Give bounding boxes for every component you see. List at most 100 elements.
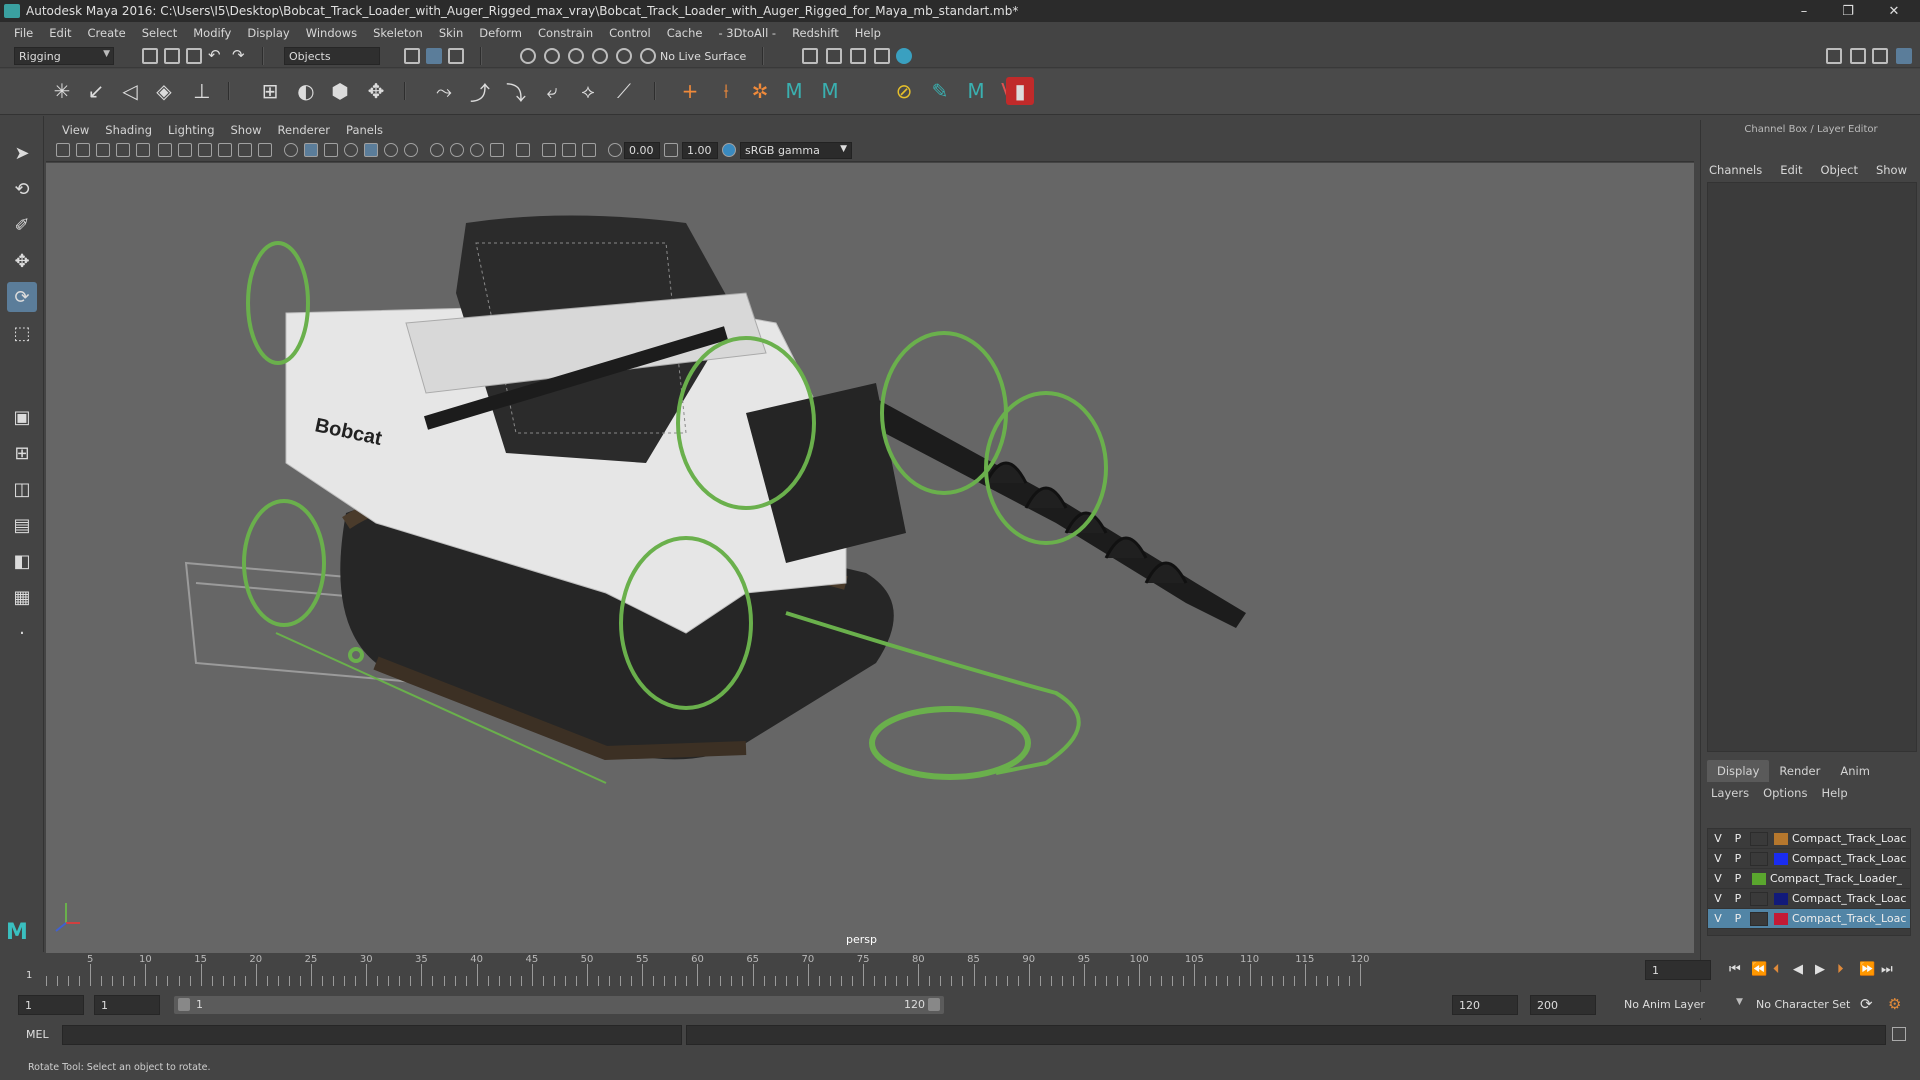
screen-space-ao-icon[interactable] (430, 143, 444, 157)
script-editor-icon[interactable] (1892, 1027, 1906, 1041)
geometry-constraint-icon[interactable]: ✎ (926, 77, 954, 105)
menu-select[interactable]: Select (134, 26, 185, 40)
color-space-dropdown[interactable]: sRGB gamma ▼ (740, 142, 852, 159)
channel-menu-object[interactable]: Object (1821, 163, 1858, 177)
aim-constraint-icon[interactable]: ⟊ (712, 77, 740, 105)
panel-menu-renderer[interactable]: Renderer (270, 123, 339, 137)
paint-weights-icon[interactable]: ⤵ (502, 77, 530, 105)
gamma-icon[interactable] (664, 143, 678, 157)
panel-menu-lighting[interactable]: Lighting (160, 123, 222, 137)
snap-live-icon[interactable] (616, 48, 632, 64)
orient-constraint-icon[interactable]: ✲ (746, 77, 774, 105)
layer-color-swatch[interactable] (1774, 892, 1788, 905)
layer-display-type[interactable] (1750, 831, 1768, 846)
layer-menu-options[interactable]: Options (1763, 786, 1807, 800)
exposure-icon[interactable] (608, 143, 622, 157)
rigid-bind-icon[interactable]: ⤶ (538, 77, 566, 105)
tab-render[interactable]: Render (1769, 760, 1830, 782)
grid-toggle-icon[interactable] (158, 143, 172, 157)
playback-end-field[interactable]: 120 (1452, 995, 1518, 1015)
layer-row[interactable]: V P Compact_Track_Loac (1708, 889, 1910, 909)
menu-edit[interactable]: Edit (41, 26, 79, 40)
layer-display-type[interactable] (1750, 851, 1768, 866)
go-to-end-icon[interactable]: ⏭ (1881, 962, 1893, 977)
layer-visibility-toggle[interactable]: V (1708, 872, 1728, 885)
render-view-icon[interactable] (826, 48, 842, 64)
menu-modify[interactable]: Modify (185, 26, 239, 40)
layer-visibility-toggle[interactable]: V (1708, 832, 1728, 845)
move-tool-icon[interactable]: ✥ (7, 246, 37, 276)
bookmark-icon[interactable] (96, 143, 110, 157)
field-chart-icon[interactable] (238, 143, 252, 157)
wrap-deformer-icon[interactable]: ⬢ (326, 77, 354, 105)
ipr-render-icon[interactable] (874, 48, 890, 64)
playback-start-field[interactable]: 1 (94, 995, 160, 1015)
layer-color-swatch[interactable] (1774, 832, 1788, 845)
channel-box-toggle-icon[interactable] (1896, 48, 1912, 64)
go-to-start-icon[interactable]: ⏮ (1729, 962, 1741, 977)
gamma-field[interactable]: 1.00 (682, 142, 718, 159)
save-scene-icon[interactable] (186, 48, 202, 64)
step-back-frame-icon[interactable]: ⏴ (1773, 962, 1780, 977)
channel-menu-show[interactable]: Show (1876, 163, 1907, 177)
script-language-label[interactable]: MEL (26, 1028, 49, 1041)
panel-menu-panels[interactable]: Panels (338, 123, 391, 137)
snap-point-icon[interactable] (568, 48, 584, 64)
more-layouts-icon[interactable]: · (7, 618, 37, 648)
character-set-label[interactable]: No Character Set (1756, 998, 1850, 1011)
single-view-icon[interactable]: ▣ (7, 402, 37, 432)
new-scene-icon[interactable] (142, 48, 158, 64)
layer-visibility-toggle[interactable]: V (1708, 852, 1728, 865)
step-back-key-icon[interactable]: ⏪ (1751, 962, 1767, 977)
cluster-icon[interactable]: ◐ (292, 77, 320, 105)
layer-menu-help[interactable]: Help (1821, 786, 1847, 800)
detach-skin-icon[interactable]: ⟡ (574, 77, 602, 105)
parent-constraint-icon[interactable]: M (816, 77, 844, 105)
safe-action-icon[interactable] (258, 143, 272, 157)
select-camera-icon[interactable] (56, 143, 70, 157)
current-frame-field[interactable]: 1 (1645, 960, 1711, 980)
render-frame-icon[interactable] (850, 48, 866, 64)
normal-constraint-icon[interactable]: M (962, 77, 990, 105)
panel-menu-shading[interactable]: Shading (97, 123, 160, 137)
anti-aliasing-icon[interactable] (470, 143, 484, 157)
depth-of-field-icon[interactable] (490, 143, 504, 157)
layer-menu-layers[interactable]: Layers (1711, 786, 1749, 800)
film-gate-icon[interactable] (178, 143, 192, 157)
wireframe-on-shaded-icon[interactable] (344, 143, 358, 157)
menu-constrain[interactable]: Constrain (530, 26, 601, 40)
rotate-tool-icon[interactable]: ⟳ (7, 282, 37, 312)
step-forward-key-icon[interactable]: ⏩ (1859, 962, 1875, 977)
use-all-lights-icon[interactable] (384, 143, 398, 157)
scale-tool-icon[interactable]: ⬚ (7, 318, 37, 348)
close-button[interactable]: ✕ (1872, 0, 1916, 22)
layer-row[interactable]: V P Compact_Track_Loac (1708, 909, 1910, 929)
tab-display[interactable]: Display (1707, 760, 1770, 782)
maximize-button[interactable]: ❐ (1826, 0, 1870, 22)
lattice-icon[interactable]: ⊞ (256, 77, 284, 105)
textured-icon[interactable] (364, 143, 378, 157)
persp-graph-icon[interactable]: ▤ (7, 510, 37, 540)
time-slider[interactable]: 5 10 15 20 25 30 35 40 45 50 55 60 65 70 75 80 85 90 95 100… (20, 954, 1700, 988)
command-input[interactable] (62, 1025, 682, 1045)
range-start-handle[interactable] (178, 998, 190, 1011)
xray-joints-icon[interactable] (562, 143, 576, 157)
step-forward-frame-icon[interactable]: ⏵ (1837, 962, 1844, 977)
motion-blur-icon[interactable] (450, 143, 464, 157)
shadows-icon[interactable] (404, 143, 418, 157)
persp-outliner-icon[interactable]: ◧ (7, 546, 37, 576)
channel-menu-edit[interactable]: Edit (1780, 163, 1802, 177)
layer-playback-toggle[interactable]: P (1728, 832, 1748, 845)
snap-magnet-icon[interactable] (640, 48, 656, 64)
menu-create[interactable]: Create (80, 26, 134, 40)
select-component-icon[interactable] (448, 48, 464, 64)
layer-display-type[interactable] (1750, 911, 1768, 926)
menu-control[interactable]: Control (601, 26, 659, 40)
layer-display-type[interactable] (1750, 891, 1768, 906)
undo-icon[interactable]: ↶ (208, 46, 221, 64)
xray-icon[interactable] (542, 143, 556, 157)
scale-constraint-icon[interactable]: M (780, 77, 808, 105)
isolate-select-icon[interactable] (516, 143, 530, 157)
gate-mask-icon[interactable] (218, 143, 232, 157)
snap-curve-icon[interactable] (544, 48, 560, 64)
